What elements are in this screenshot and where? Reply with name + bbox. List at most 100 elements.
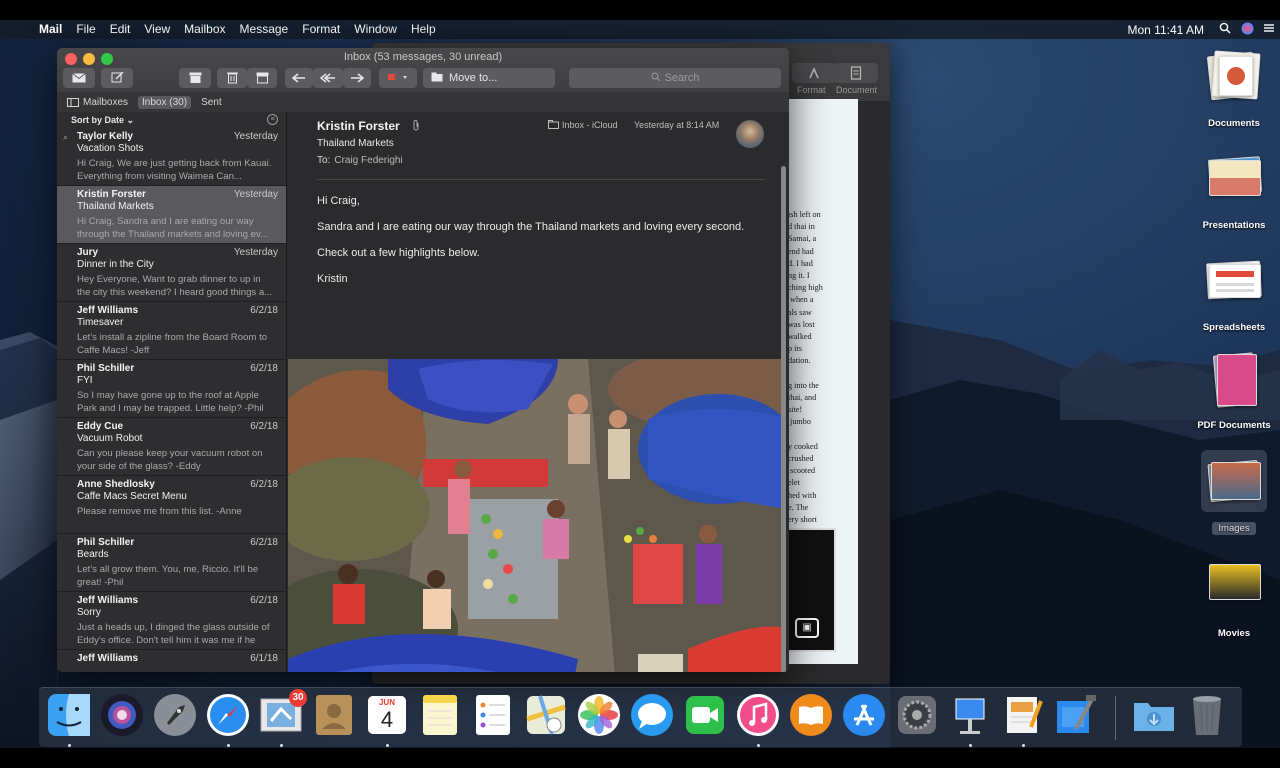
photos-icon[interactable] <box>577 693 621 737</box>
document-image-placeholder[interactable]: ▣ <box>782 528 836 652</box>
menu-view[interactable]: View <box>137 20 177 39</box>
list-item[interactable]: Eddy Cue 6/2/18 Vacuum Robot Can you ple… <box>57 418 286 476</box>
move-to-button[interactable]: Move to... <box>423 68 555 88</box>
menu-app-name[interactable]: Mail <box>32 20 69 39</box>
pdf-stack-icon <box>1207 352 1261 408</box>
menubar-clock[interactable]: Mon 11:41 AM <box>1128 23 1215 37</box>
document-button[interactable] <box>834 63 878 83</box>
list-item[interactable]: Jury Yesterday Dinner in the City Hey Ev… <box>57 244 286 302</box>
notes-icon[interactable] <box>418 693 462 737</box>
message-body[interactable]: Hi Craig, Sandra and I are eating our wa… <box>317 194 777 298</box>
menu-message[interactable]: Message <box>233 20 296 39</box>
itunes-icon[interactable] <box>736 693 780 737</box>
mail-window[interactable]: Inbox (53 messages, 30 unread) Move to..… <box>57 48 789 672</box>
xcode-icon[interactable] <box>1054 693 1098 737</box>
list-item[interactable]: ⌕ Taylor Kelly Yesterday Vacation Shots … <box>57 128 286 186</box>
reminders-icon[interactable] <box>471 693 515 737</box>
safari-icon[interactable] <box>206 693 250 737</box>
list-item[interactable]: Jeff Williams 6/2/18 Timesaver Let's ins… <box>57 302 286 360</box>
menu-window[interactable]: Window <box>347 20 404 39</box>
search-field[interactable]: Search <box>569 68 781 88</box>
stack-images[interactable]: Images <box>1179 450 1280 536</box>
stack-documents[interactable]: Documents <box>1179 50 1280 129</box>
forward-icon[interactable] <box>343 68 371 88</box>
menu-file[interactable]: File <box>69 20 102 39</box>
reply-all-icon[interactable] <box>313 68 343 88</box>
attachment-icon: ⌕ <box>63 132 69 142</box>
list-item[interactable]: Jeff Williams 6/2/18 Sorry Just a heads … <box>57 592 286 650</box>
message-date: 6/2/18 <box>250 595 278 606</box>
message-subject: Dinner in the City <box>77 259 154 270</box>
message-date: 6/2/18 <box>250 305 278 316</box>
recipient[interactable]: Craig Federighi <box>334 155 402 166</box>
facetime-icon[interactable] <box>683 693 727 737</box>
message-subject-header: Thailand Markets <box>317 138 394 149</box>
message-date: 6/2/18 <box>250 421 278 432</box>
pages-icon[interactable] <box>1001 693 1045 737</box>
contacts-icon[interactable] <box>312 693 356 737</box>
menu-help[interactable]: Help <box>404 20 443 39</box>
junk-icon[interactable] <box>247 68 277 88</box>
message-sender: Anne Shedlosky <box>77 479 155 490</box>
menu-edit[interactable]: Edit <box>103 20 138 39</box>
body-line: Sandra and I are eating our way through … <box>317 221 745 233</box>
keynote-icon[interactable] <box>948 693 992 737</box>
movies-stack-icon <box>1207 560 1261 614</box>
message-sender: Jeff Williams <box>77 653 139 664</box>
attachment-icon[interactable] <box>412 119 420 134</box>
compose-icon[interactable] <box>101 68 133 88</box>
list-item[interactable]: Phil Schiller 6/2/18 FYI So I may have g… <box>57 360 286 418</box>
message-preview: So I may have gone up to the roof at App… <box>77 390 264 414</box>
stack-spreadsheets[interactable]: Spreadsheets <box>1179 254 1280 333</box>
favorites-mailboxes[interactable]: Mailboxes <box>67 97 128 108</box>
menu-format[interactable]: Format <box>295 20 347 39</box>
message-sender: Phil Schiller <box>77 363 135 374</box>
message-list[interactable]: Sort by Date ⌄ ≡ ⌕ Taylor Kelly Yesterda… <box>57 112 287 672</box>
market-photo-attachment[interactable] <box>288 359 784 672</box>
filter-icon[interactable]: ≡ <box>267 114 278 125</box>
move-to-label: Move to... <box>449 72 498 84</box>
get-mail-icon[interactable] <box>63 68 95 88</box>
app-store-icon[interactable] <box>842 693 886 737</box>
delete-icon[interactable] <box>217 68 247 88</box>
maps-icon[interactable] <box>524 693 568 737</box>
siri-icon[interactable] <box>100 693 144 737</box>
message-mailbox-label: Inbox - iCloud <box>562 120 618 130</box>
siri-icon[interactable] <box>1236 22 1258 38</box>
sort-control[interactable]: Sort by Date ⌄ ≡ <box>57 112 286 128</box>
format-button[interactable] <box>792 63 836 83</box>
calendar-icon[interactable]: JUN 4 <box>365 693 409 737</box>
archive-icon[interactable] <box>179 68 211 88</box>
message-preview: Hi Craig, We are just getting back from … <box>77 158 272 182</box>
avatar[interactable] <box>736 120 764 148</box>
search-icon[interactable] <box>1214 22 1236 37</box>
flag-icon[interactable] <box>379 68 417 88</box>
message-preview: Can you please keep your vacuum robot on… <box>77 448 263 472</box>
reply-icon[interactable] <box>285 68 313 88</box>
running-indicator <box>68 744 71 747</box>
stack-presentations[interactable]: Presentations <box>1179 152 1280 231</box>
list-item-selected[interactable]: Kristin Forster Yesterday Thailand Marke… <box>57 186 286 244</box>
menu-mailbox[interactable]: Mailbox <box>177 20 232 39</box>
finder-icon[interactable] <box>47 693 91 737</box>
books-icon[interactable] <box>789 693 833 737</box>
mail-icon[interactable]: 30 <box>259 689 307 737</box>
message-subject: Vacation Shots <box>77 143 144 154</box>
list-item[interactable]: Phil Schiller 6/2/18 Beards Let's all gr… <box>57 534 286 592</box>
downloads-folder-icon[interactable] <box>1132 693 1176 737</box>
favorites-inbox[interactable]: Inbox (30) <box>138 95 192 109</box>
list-item[interactable]: Jeff Williams 6/1/18 <box>57 650 286 672</box>
stack-movies[interactable]: Movies <box>1179 560 1280 639</box>
list-item[interactable]: Anne Shedlosky 6/2/18 Caffe Macs Secret … <box>57 476 286 534</box>
control-icon[interactable] <box>1258 22 1280 37</box>
message-subject: Sorry <box>77 607 101 618</box>
launchpad-icon[interactable] <box>153 693 197 737</box>
trash-icon[interactable] <box>1185 693 1229 737</box>
messages-icon[interactable] <box>630 693 674 737</box>
system-preferences-icon[interactable] <box>895 693 939 737</box>
stack-pdf-documents[interactable]: PDF Documents <box>1179 352 1280 431</box>
message-from[interactable]: Kristin Forster <box>317 119 400 133</box>
favorites-sent[interactable]: Sent <box>201 97 222 108</box>
scrollbar[interactable] <box>781 166 786 672</box>
message-viewer[interactable]: Kristin Forster Inbox - iCloud Yesterday… <box>288 112 789 672</box>
